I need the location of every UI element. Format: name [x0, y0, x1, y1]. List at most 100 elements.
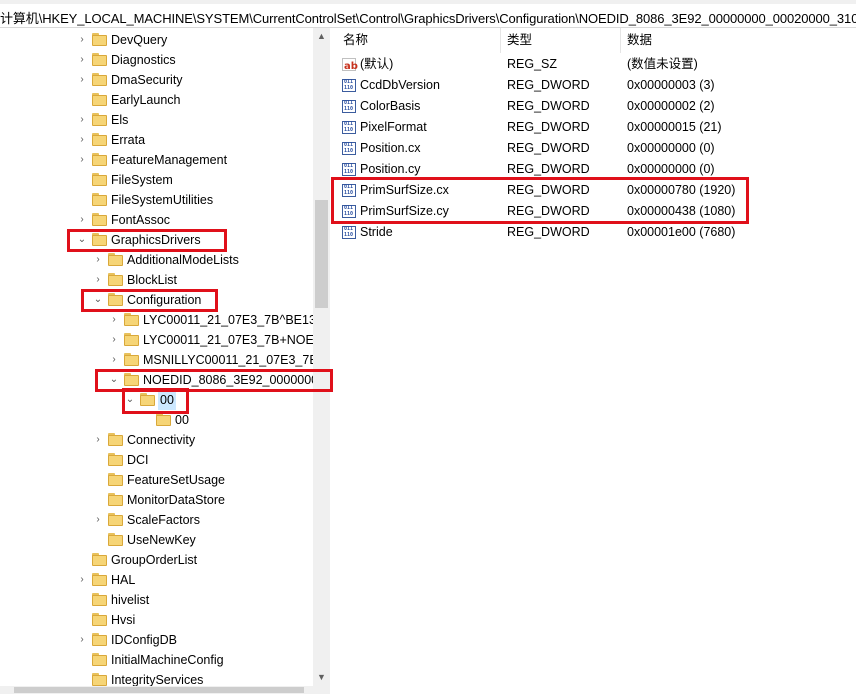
chevron-right-icon[interactable]: › [108, 330, 120, 350]
chevron-right-icon[interactable]: › [76, 130, 88, 150]
chevron-right-icon[interactable]: › [76, 630, 88, 650]
tree-item-lyc-noed[interactable]: › LYC00011_21_07E3_7B+NOED [0, 330, 313, 350]
column-header-data[interactable]: 数据 [627, 28, 652, 53]
chevron-right-icon[interactable]: › [76, 50, 88, 70]
folder-open-icon [92, 233, 107, 247]
values-list[interactable]: 名称 类型 数据 (默认) REG_SZ (数值未设置) CcdDbVersio… [335, 28, 856, 694]
tree-item-dci[interactable]: DCI [0, 450, 313, 470]
chevron-down-icon[interactable]: ⌄ [92, 290, 104, 310]
value-row-position-cx[interactable]: Position.cx REG_DWORD 0x00000000 (0) [335, 138, 835, 159]
chevron-right-icon[interactable]: › [92, 510, 104, 530]
tree-item-label: Diagnostics [111, 53, 176, 67]
value-row-default[interactable]: (默认) REG_SZ (数值未设置) [335, 54, 835, 77]
value-row-ccddbversion[interactable]: CcdDbVersion REG_DWORD 0x00000003 (3) [335, 75, 835, 96]
value-row-stride[interactable]: Stride REG_DWORD 0x00001e00 (7680) [335, 222, 835, 243]
chevron-down-icon[interactable]: ⌄ [76, 230, 88, 250]
tree-item-hvsi[interactable]: Hvsi [0, 610, 313, 630]
tree-item-blocklist[interactable]: › BlockList [0, 270, 313, 290]
chevron-down-icon[interactable]: ⌄ [108, 370, 120, 390]
folder-icon [124, 353, 139, 367]
tree-item-fontassoc[interactable]: › FontAssoc [0, 210, 313, 230]
chevron-right-icon[interactable]: › [92, 430, 104, 450]
value-data: 0x00000003 (3) [627, 78, 715, 92]
value-type: REG_DWORD [507, 162, 590, 176]
tree-item-hal[interactable]: › HAL [0, 570, 313, 590]
tree-item-expander [76, 90, 88, 110]
tree-item-integrityservices[interactable]: IntegrityServices [0, 670, 313, 686]
folder-open-icon [108, 293, 123, 307]
scroll-down-icon[interactable]: ▼ [313, 669, 330, 686]
tree-item-connectivity[interactable]: › Connectivity [0, 430, 313, 450]
chevron-right-icon[interactable]: › [76, 210, 88, 230]
registry-tree[interactable]: › DevQuery › Diagnostics › DmaSecurity E… [0, 28, 313, 686]
tree-item-earlylaunch[interactable]: EarlyLaunch [0, 90, 313, 110]
tree-item-initialmachineconfig[interactable]: InitialMachineConfig [0, 650, 313, 670]
tree-item-00-child[interactable]: 00 [0, 410, 313, 430]
tree-item-additionalmodelists[interactable]: › AdditionalModeLists [0, 250, 313, 270]
tree-item-errata[interactable]: › Errata [0, 130, 313, 150]
tree-item-configuration[interactable]: ⌄ Configuration [0, 290, 313, 310]
tree-item-scalefactors[interactable]: › ScaleFactors [0, 510, 313, 530]
value-type: REG_DWORD [507, 99, 590, 113]
tree-item-label: AdditionalModeLists [127, 253, 239, 267]
scroll-up-icon[interactable]: ▲ [313, 28, 330, 45]
tree-item-00-selected[interactable]: ⌄ 00 [0, 390, 313, 410]
chevron-right-icon[interactable]: › [108, 350, 120, 370]
chevron-down-icon[interactable]: ⌄ [124, 390, 136, 410]
tree-vertical-scrollbar[interactable]: ▲ ▼ [313, 28, 330, 686]
tree-item-grouporderlist[interactable]: GroupOrderList [0, 550, 313, 570]
tree-item-featuresetusage[interactable]: FeatureSetUsage [0, 470, 313, 490]
value-type: REG_DWORD [507, 183, 590, 197]
value-row-primsurfsize-cx[interactable]: PrimSurfSize.cx REG_DWORD 0x00000780 (19… [335, 180, 835, 201]
column-divider[interactable] [620, 28, 621, 53]
tree-item-usenewkey[interactable]: UseNewKey [0, 530, 313, 550]
tree-item-diagnostics[interactable]: › Diagnostics [0, 50, 313, 70]
value-row-position-cy[interactable]: Position.cy REG_DWORD 0x00000000 (0) [335, 159, 835, 180]
tree-item-label: Els [111, 113, 129, 127]
chevron-right-icon[interactable]: › [76, 70, 88, 90]
chevron-right-icon[interactable]: › [76, 570, 88, 590]
column-header-name[interactable]: 名称 [343, 28, 368, 53]
column-header-type[interactable]: 类型 [507, 28, 532, 53]
folder-icon [108, 253, 123, 267]
value-type: REG_DWORD [507, 120, 590, 134]
chevron-right-icon[interactable]: › [92, 270, 104, 290]
dword-value-icon [342, 79, 356, 92]
tree-item-expander [76, 590, 88, 610]
address-bar[interactable]: 计算机\HKEY_LOCAL_MACHINE\SYSTEM\CurrentCon… [0, 4, 856, 28]
tree-item-noedid[interactable]: ⌄ NOEDID_8086_3E92_0000000 [0, 370, 313, 390]
chevron-right-icon[interactable]: › [76, 110, 88, 130]
chevron-right-icon[interactable]: › [76, 150, 88, 170]
value-row-primsurfsize-cy[interactable]: PrimSurfSize.cy REG_DWORD 0x00000438 (10… [335, 201, 835, 222]
tree-item-label: FeatureManagement [111, 153, 228, 167]
tree-item-monitordatastore[interactable]: MonitorDataStore [0, 490, 313, 510]
tree-item-els[interactable]: › Els [0, 110, 313, 130]
tree-item-idconfigdb[interactable]: › IDConfigDB [0, 630, 313, 650]
tree-item-label: GraphicsDrivers [111, 233, 201, 247]
chevron-right-icon[interactable]: › [76, 30, 88, 50]
tree-horizontal-scrollbar[interactable] [0, 686, 330, 694]
value-name: Position.cx [360, 141, 421, 155]
tree-item-label: EarlyLaunch [111, 93, 181, 107]
value-row-colorbasis[interactable]: ColorBasis REG_DWORD 0x00000002 (2) [335, 96, 835, 117]
value-row-pixelformat[interactable]: PixelFormat REG_DWORD 0x00000015 (21) [335, 117, 835, 138]
folder-icon [92, 593, 107, 607]
chevron-right-icon[interactable]: › [108, 310, 120, 330]
tree-item-label: ScaleFactors [127, 513, 200, 527]
tree-item-msnillyc[interactable]: › MSNILLYC00011_21_07E3_7B_ [0, 350, 313, 370]
tree-item-graphicsdrivers[interactable]: ⌄ GraphicsDrivers [0, 230, 313, 250]
tree-item-filesystemutilities[interactable]: FileSystemUtilities [0, 190, 313, 210]
chevron-right-icon[interactable]: › [92, 250, 104, 270]
scrollbar-thumb[interactable] [315, 200, 328, 308]
tree-item-dmasecurity[interactable]: › DmaSecurity [0, 70, 313, 90]
scrollbar-thumb[interactable] [14, 687, 304, 693]
folder-icon [108, 513, 123, 527]
tree-item-lyc-be13a[interactable]: › LYC00011_21_07E3_7B^BE13A [0, 310, 313, 330]
tree-item-devquery[interactable]: › DevQuery [0, 30, 313, 50]
value-name: (默认) [360, 57, 394, 71]
tree-item-featuremanagement[interactable]: › FeatureManagement [0, 150, 313, 170]
folder-icon [92, 613, 107, 627]
tree-item-hivelist[interactable]: hivelist [0, 590, 313, 610]
column-divider[interactable] [500, 28, 501, 53]
tree-item-filesystem[interactable]: FileSystem [0, 170, 313, 190]
